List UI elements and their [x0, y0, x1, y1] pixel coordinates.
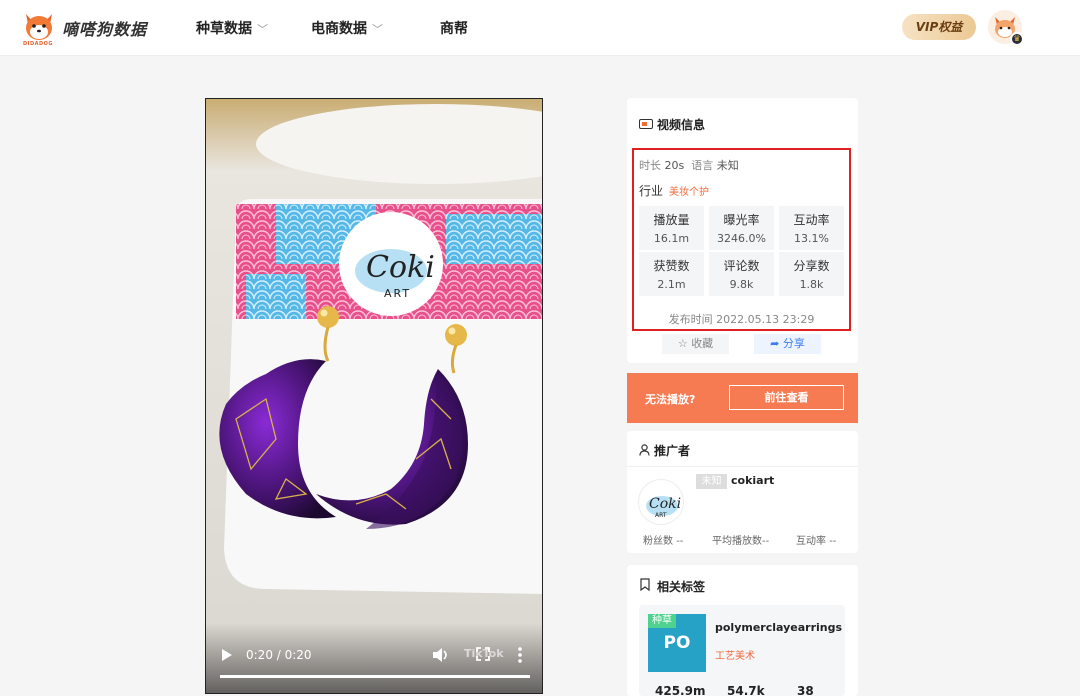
promoter-logo-image: Coki ART: [646, 496, 681, 519]
share-label: 分享: [782, 337, 805, 350]
avg-play-count: 平均播放数--: [712, 532, 769, 547]
promoter-name[interactable]: cokiart: [731, 474, 774, 487]
duration-value: 20s: [664, 159, 685, 172]
tag-stat-value: 54.7k: [727, 684, 765, 696]
vip-benefits-button[interactable]: VIP权益: [902, 14, 976, 40]
tag-ribbon: 种草: [648, 614, 676, 628]
share-button[interactable]: ➦ 分享: [754, 334, 821, 354]
duration-line: 时长 20s 语言 未知: [639, 157, 739, 173]
chevron-down-icon: ﹀: [372, 23, 383, 36]
avg-play-value: --: [762, 536, 770, 547]
nav-item-seeding-data[interactable]: 种草数据 ﹀: [196, 18, 268, 38]
stat-cell: 曝光率 3246.0%: [709, 206, 774, 250]
stat-cell: 获赞数 2.1m: [639, 252, 704, 296]
industry-label: 行业: [639, 184, 664, 198]
stat-label: 播放量: [653, 213, 690, 227]
fans-value: --: [676, 536, 684, 547]
card-brand-text: Coki: [366, 250, 435, 285]
cannot-play-text: 无法播放?: [645, 393, 696, 406]
star-icon: ☆: [677, 337, 688, 350]
person-icon: [639, 444, 650, 456]
stat-value: 1.8k: [799, 278, 824, 291]
tag-stat-value: 38: [797, 684, 814, 696]
cannot-play-bar: 无法播放? 前往查看: [627, 373, 858, 423]
language-label: 语言: [691, 159, 714, 172]
stat-value: 9.8k: [729, 278, 754, 291]
avg-play-label: 平均播放数: [712, 536, 762, 547]
publish-label: 发布时间: [668, 313, 713, 326]
promoter-logo-text: Coki: [649, 496, 681, 512]
interaction-value: --: [829, 536, 837, 547]
favorite-button[interactable]: ☆ 收藏: [662, 334, 729, 354]
nav-label: 商帮: [440, 21, 468, 37]
logo-subtext: DIDADOG: [23, 41, 54, 47]
chevron-down-icon: ﹀: [257, 23, 268, 36]
top-nav-bar: DIDADOG 嘀嗒狗数据 种草数据 ﹀ 电商数据 ﹀ 商帮 VIP权益 ♛: [0, 0, 1080, 56]
tag-stat-value: 425.9m: [655, 684, 706, 696]
nav-item-shangbang[interactable]: 商帮: [440, 18, 468, 38]
dog-logo-icon[interactable]: [22, 10, 56, 44]
fans-label: 粉丝数: [643, 536, 673, 547]
more-options-icon[interactable]: [516, 646, 524, 664]
divider: [627, 466, 858, 467]
share-icon: ➦: [770, 337, 780, 350]
publish-time: 发布时间 2022.05.13 23:29: [632, 311, 851, 327]
stat-label: 分享数: [793, 259, 830, 273]
bookmark-icon: [640, 578, 650, 591]
stat-cell: 互动率 13.1%: [779, 206, 844, 250]
card-brand-subtext: ART: [384, 287, 411, 300]
interaction-label: 互动率: [796, 536, 826, 547]
publish-value: 2022.05.13 23:29: [716, 313, 815, 326]
video-frame-image: Coki ART: [206, 99, 542, 693]
stat-value: 13.1%: [794, 232, 829, 245]
video-info-icon: [639, 119, 653, 129]
promoter-status-tag: 未知: [696, 474, 727, 489]
video-progress-fill: [220, 675, 530, 678]
stat-value: 16.1m: [653, 232, 690, 245]
promoter-avatar[interactable]: Coki ART: [638, 479, 684, 525]
stat-label: 获赞数: [653, 259, 690, 273]
nav-label: 种草数据: [196, 21, 252, 37]
related-tags-title: 相关标签: [657, 580, 706, 594]
industry-tag: 美妆个护: [669, 187, 710, 198]
video-time: 0:20 / 0:20: [246, 648, 312, 662]
fans-count: 粉丝数 --: [643, 532, 683, 547]
nav-label: 电商数据: [311, 21, 367, 37]
promoter-logo-subtext: ART: [655, 512, 667, 519]
crown-badge-icon: ♛: [1010, 32, 1024, 46]
favorite-label: 收藏: [691, 337, 714, 350]
stat-cell: 分享数 1.8k: [779, 252, 844, 296]
industry-line: 行业 美妆个护: [639, 182, 709, 199]
go-view-button[interactable]: 前往查看: [729, 385, 844, 410]
language-value: 未知: [716, 159, 739, 172]
promoter-title: 推广者: [654, 444, 691, 458]
stat-value: 3246.0%: [717, 232, 766, 245]
user-avatar[interactable]: ♛: [988, 10, 1024, 46]
video-info-title: 视频信息: [657, 118, 706, 132]
stat-label: 互动率: [793, 213, 830, 227]
tag-name[interactable]: polymerclayearrings: [715, 621, 842, 634]
nav-item-ecommerce-data[interactable]: 电商数据 ﹀: [311, 18, 383, 38]
volume-icon[interactable]: [432, 647, 450, 663]
video-player[interactable]: Coki ART 0:20 / 0:20 TikTok: [205, 98, 543, 694]
stat-value: 2.1m: [657, 278, 686, 291]
fullscreen-icon[interactable]: [476, 647, 490, 661]
duration-label: 时长: [639, 159, 661, 172]
logo-text[interactable]: 嘀嗒狗数据: [62, 16, 147, 40]
play-icon[interactable]: [220, 647, 234, 663]
tag-category: 工艺美术: [715, 651, 755, 662]
video-progress-bar[interactable]: [220, 675, 530, 678]
stat-label: 曝光率: [723, 213, 760, 227]
stat-label: 评论数: [723, 259, 760, 273]
stat-cell: 播放量 16.1m: [639, 206, 704, 250]
stat-cell: 评论数 9.8k: [709, 252, 774, 296]
interaction-rate: 互动率 --: [796, 532, 836, 547]
